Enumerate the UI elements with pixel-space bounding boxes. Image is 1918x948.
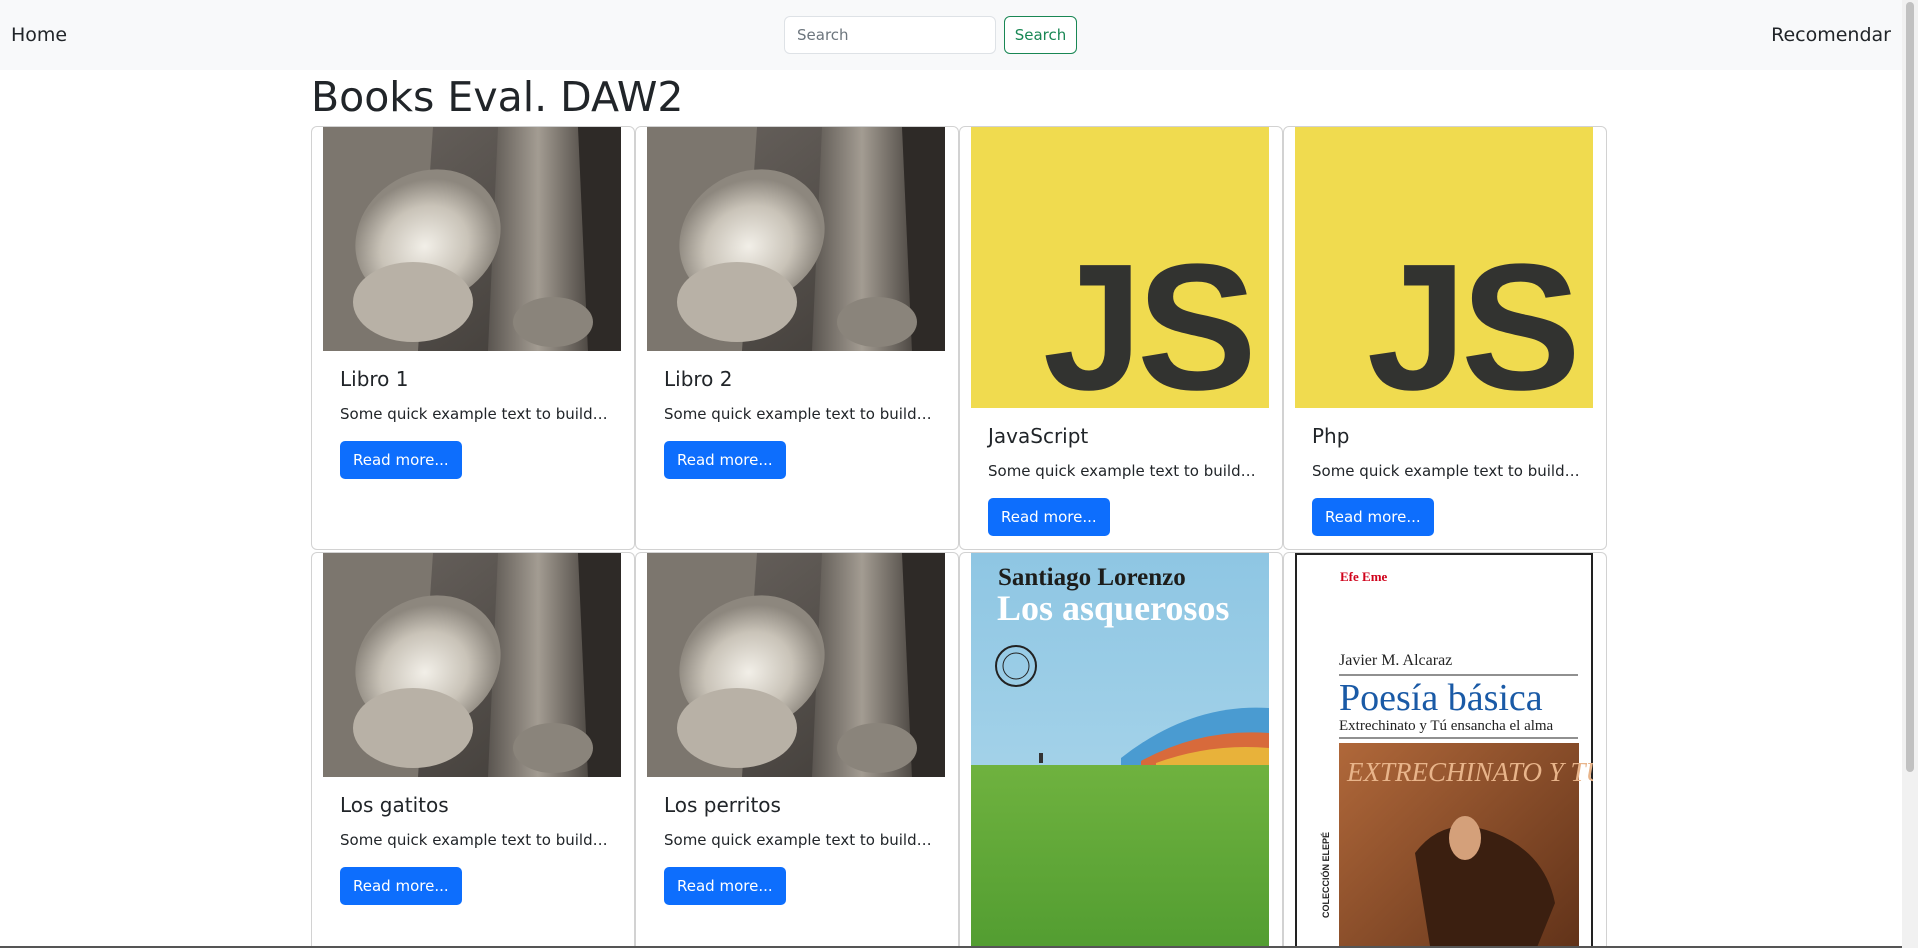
card-title: Libro 2 — [664, 367, 733, 391]
js-logo-text: JS — [1367, 227, 1575, 408]
card-body: JavaScript Some quick example text to bu… — [960, 408, 1282, 536]
search-input[interactable] — [784, 16, 996, 54]
cover-title: Los asquerosos — [997, 588, 1229, 628]
vertical-scrollbar[interactable] — [1902, 0, 1918, 948]
book-card: Libro 2 Some quick example text to build… — [635, 126, 959, 550]
card-text: Some quick example text to build on the … — [340, 405, 610, 423]
fur-photo — [647, 553, 945, 777]
js-logo-text: JS — [1043, 227, 1251, 408]
nav-recomendar-link[interactable]: Recomendar — [1771, 24, 1891, 46]
page-title: Books Eval. DAW2 — [311, 73, 684, 121]
card-body: Php Some quick example text to build on … — [1284, 408, 1606, 536]
cover-publisher: Efe Eme — [1340, 569, 1388, 584]
book-cover-image — [323, 127, 623, 351]
cover-series: COLECCIÓN ELEPÉ — [1320, 832, 1331, 918]
book-cover-asquerosos: Santiago Lorenzo Los asquerosos — [971, 553, 1269, 948]
book-cover-image — [647, 553, 947, 777]
card-text: Some quick example text to build on the … — [664, 405, 934, 423]
navbar: Home Search Recomendar — [0, 0, 1902, 70]
fur-photo — [323, 127, 621, 351]
book-card: Santiago Lorenzo Los asquerosos — [959, 552, 1283, 948]
book-cover-image: Efe Eme Javier M. Alcaraz Poesía básica … — [1295, 553, 1595, 948]
card-title: Los perritos — [664, 793, 781, 817]
book-card: Efe Eme Javier M. Alcaraz Poesía básica … — [1283, 552, 1607, 948]
fur-photo — [647, 127, 945, 351]
book-cover-image: JS — [971, 127, 1271, 408]
book-card: JS JavaScript Some quick example text to… — [959, 126, 1283, 550]
book-card: JS Php Some quick example text to build … — [1283, 126, 1607, 550]
cover-author: Santiago Lorenzo — [998, 564, 1186, 591]
read-more-button[interactable]: Read more... — [664, 441, 786, 479]
fur-photo — [323, 553, 621, 777]
read-more-button[interactable]: Read more... — [664, 867, 786, 905]
card-text: Some quick example text to build on the … — [988, 462, 1258, 480]
read-more-button[interactable]: Read more... — [1312, 498, 1434, 536]
card-title: Libro 1 — [340, 367, 409, 391]
book-card: Los perritos Some quick example text to … — [635, 552, 959, 948]
scrollbar-thumb[interactable] — [1906, 2, 1914, 772]
card-body: Los gatitos Some quick example text to b… — [312, 777, 634, 905]
card-text: Some quick example text to build on the … — [1312, 462, 1582, 480]
card-body: Libro 2 Some quick example text to build… — [636, 351, 958, 479]
search-button[interactable]: Search — [1004, 16, 1077, 54]
read-more-button[interactable]: Read more... — [988, 498, 1110, 536]
card-text: Some quick example text to build on the … — [340, 831, 610, 849]
card-text: Some quick example text to build on the … — [664, 831, 934, 849]
card-title: Los gatitos — [340, 793, 449, 817]
card-body: Los perritos Some quick example text to … — [636, 777, 958, 905]
nav-home-link[interactable]: Home — [11, 24, 67, 46]
card-body: Libro 1 Some quick example text to build… — [312, 351, 634, 479]
card-title: JavaScript — [988, 424, 1089, 448]
read-more-button[interactable]: Read more... — [340, 867, 462, 905]
read-more-button[interactable]: Read more... — [340, 441, 462, 479]
book-grid: Libro 1 Some quick example text to build… — [311, 126, 1607, 948]
cover-subtitle: Extrechinato y Tú ensancha el alma — [1339, 718, 1554, 734]
book-card: Libro 1 Some quick example text to build… — [311, 126, 635, 550]
cover-art-text: EXTRECHINATO Y TU — [1346, 757, 1593, 787]
cover-title: Poesía básica — [1339, 677, 1543, 719]
js-logo: JS — [971, 127, 1269, 408]
book-cover-image — [647, 127, 947, 351]
book-cover-image: JS — [1295, 127, 1595, 408]
book-cover-image: Santiago Lorenzo Los asquerosos — [971, 553, 1271, 948]
card-title: Php — [1312, 424, 1350, 448]
book-cover-image — [323, 553, 623, 777]
js-logo: JS — [1295, 127, 1593, 408]
book-cover-poesia: Efe Eme Javier M. Alcaraz Poesía básica … — [1295, 553, 1595, 948]
cover-author: Javier M. Alcaraz — [1339, 652, 1452, 669]
book-card: Los gatitos Some quick example text to b… — [311, 552, 635, 948]
